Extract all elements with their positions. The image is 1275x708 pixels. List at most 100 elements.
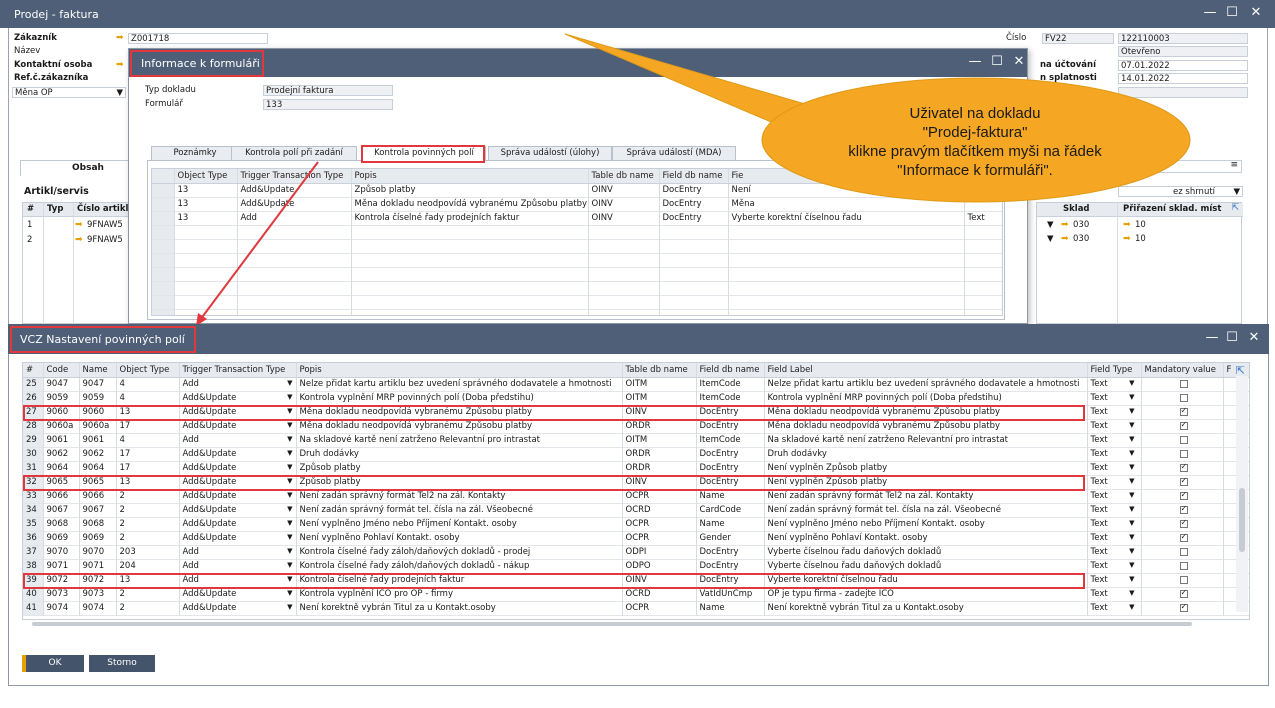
vcz-cell-field-type[interactable]: Text ▼ [1087, 545, 1142, 559]
mandatory-checkbox[interactable] [1179, 393, 1188, 402]
cancel-button[interactable]: Storno [89, 655, 155, 672]
vcz-row[interactable]: 37 9070 9070 203 Add ▼ Kontrola číselné řady z… [23, 545, 1249, 559]
vcz-cell-trigger[interactable]: Add&Update ▼ [179, 503, 297, 517]
vcz-cell-trigger[interactable]: Add&Update ▼ [179, 517, 297, 531]
dropdown-arrow-icon[interactable]: ▼ [287, 379, 292, 387]
vcz-row[interactable]: 38 9071 9071 204 Add ▼ Kontrola číselné řady z… [23, 559, 1249, 573]
vcz-cell-trigger[interactable]: Add ▼ [179, 377, 297, 391]
vcz-cell-field-type[interactable]: Text ▼ [1087, 601, 1142, 615]
vcz-cell-field-type[interactable]: Text ▼ [1087, 419, 1142, 433]
dropdown-arrow-icon[interactable]: ▼ [287, 393, 292, 401]
vcz-cell-field-type[interactable]: Text ▼ [1087, 433, 1142, 447]
dropdown-arrow-icon[interactable]: ▼ [287, 491, 292, 499]
dropdown-arrow-icon[interactable]: ▼ [1129, 533, 1134, 541]
vcz-cell-trigger[interactable]: Add&Update ▼ [179, 587, 297, 601]
vcz-cell-trigger[interactable]: Add&Update ▼ [179, 419, 297, 433]
horizontal-scrollbar[interactable] [32, 621, 1212, 627]
vcz-cell-field-type[interactable]: Text ▼ [1087, 391, 1142, 405]
vcz-row[interactable]: 30 9062 9062 17 Add&Update ▼ Druh dodávky ORDR D… [23, 447, 1249, 461]
dropdown-arrow-icon[interactable]: ▼ [1129, 519, 1134, 527]
mandatory-checkbox[interactable] [1179, 462, 1188, 472]
dropdown-arrow-icon[interactable]: ▼ [1129, 561, 1134, 569]
scrollbar-thumb[interactable] [1239, 488, 1245, 552]
vcz-cell-trigger[interactable]: Add&Update ▼ [179, 391, 297, 405]
dropdown-arrow-icon[interactable]: ▼ [1129, 421, 1134, 429]
vcz-row[interactable]: 41 9074 9074 2 Add&Update ▼ Není korektně vybr… [23, 601, 1249, 615]
vcz-cell-trigger[interactable]: Add&Update ▼ [179, 531, 297, 545]
dropdown-arrow-icon[interactable]: ▼ [1129, 575, 1134, 583]
dropdown-arrow-icon[interactable]: ▼ [287, 421, 292, 429]
vcz-cell-trigger[interactable]: Add&Update ▼ [179, 601, 297, 615]
vcz-row[interactable]: 36 9069 9069 2 Add&Update ▼ Není vyplněno Pohl… [23, 531, 1249, 545]
dropdown-arrow-icon[interactable]: ▼ [1129, 463, 1134, 471]
mandatory-checkbox[interactable] [1179, 575, 1188, 584]
vcz-cell-field-type[interactable]: Text ▼ [1087, 587, 1142, 601]
dropdown-arrow-icon[interactable]: ▼ [1129, 589, 1134, 597]
dropdown-arrow-icon[interactable]: ▼ [287, 519, 292, 527]
dropdown-arrow-icon[interactable]: ▼ [1129, 407, 1134, 415]
vcz-row[interactable]: 26 9059 9059 4 Add&Update ▼ Kontrola vyplnění … [23, 391, 1249, 405]
dropdown-arrow-icon[interactable]: ▼ [287, 435, 292, 443]
dropdown-arrow-icon[interactable]: ▼ [1129, 505, 1134, 513]
dropdown-arrow-icon[interactable]: ▼ [287, 533, 292, 541]
close-icon[interactable]: ✕ [1244, 330, 1264, 345]
minimize-icon[interactable]: — [1202, 330, 1222, 345]
scrollbar-thumb[interactable] [32, 622, 1192, 626]
vcz-cell-trigger[interactable]: Add ▼ [179, 545, 297, 559]
dropdown-arrow-icon[interactable]: ▼ [1129, 491, 1134, 499]
mandatory-checkbox[interactable] [1179, 602, 1188, 612]
dropdown-arrow-icon[interactable]: ▼ [1129, 379, 1134, 387]
mandatory-checkbox[interactable] [1179, 449, 1188, 458]
vcz-row[interactable]: 29 9061 9061 4 Add ▼ Na skladové kartě není za… [23, 433, 1249, 447]
vcz-row[interactable]: 25 9047 9047 4 Add ▼ Nelze přidat kartu artikl… [23, 377, 1249, 391]
mandatory-checkbox[interactable] [1179, 518, 1188, 528]
dropdown-arrow-icon[interactable]: ▼ [287, 449, 292, 457]
dropdown-arrow-icon[interactable]: ▼ [287, 463, 292, 471]
vcz-row[interactable]: 35 9068 9068 2 Add&Update ▼ Není vyplněno Jmén… [23, 517, 1249, 531]
vcz-cell-field-type[interactable]: Text ▼ [1087, 475, 1142, 489]
dropdown-arrow-icon[interactable]: ▼ [1129, 603, 1134, 611]
dropdown-arrow-icon[interactable]: ▼ [1129, 435, 1134, 443]
vcz-row[interactable]: 28 9060a 9060a 17 Add&Update ▼ Měna dokladu ne… [23, 419, 1249, 433]
mandatory-checkbox[interactable] [1179, 504, 1188, 514]
mandatory-checkbox[interactable] [1179, 420, 1188, 430]
vcz-cell-field-type[interactable]: Text ▼ [1087, 489, 1142, 503]
vcz-row[interactable]: 40 9073 9073 2 Add&Update ▼ Kontrola vyplnění … [23, 587, 1249, 601]
vcz-cell-field-type[interactable]: Text ▼ [1087, 573, 1142, 587]
mandatory-checkbox[interactable] [1179, 379, 1188, 388]
dropdown-arrow-icon[interactable]: ▼ [287, 561, 292, 569]
dropdown-arrow-icon[interactable]: ▼ [1129, 393, 1134, 401]
vcz-cell-field-type[interactable]: Text ▼ [1087, 517, 1142, 531]
mandatory-checkbox[interactable] [1179, 435, 1188, 444]
dropdown-arrow-icon[interactable]: ▼ [287, 505, 292, 513]
vcz-cell-field-type[interactable]: Text ▼ [1087, 559, 1142, 573]
vcz-row[interactable]: 31 9064 9064 17 Add&Update ▼ Způsob platby ORDR… [23, 461, 1249, 475]
dropdown-arrow-icon[interactable]: ▼ [287, 603, 292, 611]
dropdown-arrow-icon[interactable]: ▼ [1129, 547, 1134, 555]
vcz-cell-trigger[interactable]: Add ▼ [179, 433, 297, 447]
vcz-cell-field-type[interactable]: Text ▼ [1087, 503, 1142, 517]
mandatory-checkbox[interactable] [1179, 532, 1188, 542]
dropdown-arrow-icon[interactable]: ▼ [1129, 477, 1134, 485]
mandatory-checkbox[interactable] [1179, 588, 1188, 598]
vcz-cell-trigger[interactable]: Add&Update ▼ [179, 447, 297, 461]
mandatory-checkbox[interactable] [1179, 561, 1188, 570]
ok-button[interactable]: OK [22, 655, 84, 672]
mandatory-checkbox[interactable] [1179, 476, 1188, 486]
vcz-cell-trigger[interactable]: Add ▼ [179, 559, 297, 573]
dropdown-arrow-icon[interactable]: ▼ [287, 547, 292, 555]
vcz-cell-field-type[interactable]: Text ▼ [1087, 461, 1142, 475]
vcz-cell-field-type[interactable]: Text ▼ [1087, 377, 1142, 391]
vertical-scrollbar[interactable] [1236, 376, 1248, 612]
maximize-icon[interactable]: ☐ [1222, 330, 1242, 345]
vcz-cell-trigger[interactable]: Add&Update ▼ [179, 489, 297, 503]
vcz-row[interactable]: 34 9067 9067 2 Add&Update ▼ Není zadán správný… [23, 503, 1249, 517]
vcz-cell-field-type[interactable]: Text ▼ [1087, 405, 1142, 419]
vcz-row[interactable]: 33 9066 9066 2 Add&Update ▼ Není zadán správný… [23, 489, 1249, 503]
dropdown-arrow-icon[interactable]: ▼ [1129, 449, 1134, 457]
mandatory-checkbox[interactable] [1179, 490, 1188, 500]
dropdown-arrow-icon[interactable]: ▼ [287, 589, 292, 597]
vcz-cell-trigger[interactable]: Add&Update ▼ [179, 461, 297, 475]
vcz-cell-field-type[interactable]: Text ▼ [1087, 531, 1142, 545]
mandatory-checkbox[interactable] [1179, 547, 1188, 556]
